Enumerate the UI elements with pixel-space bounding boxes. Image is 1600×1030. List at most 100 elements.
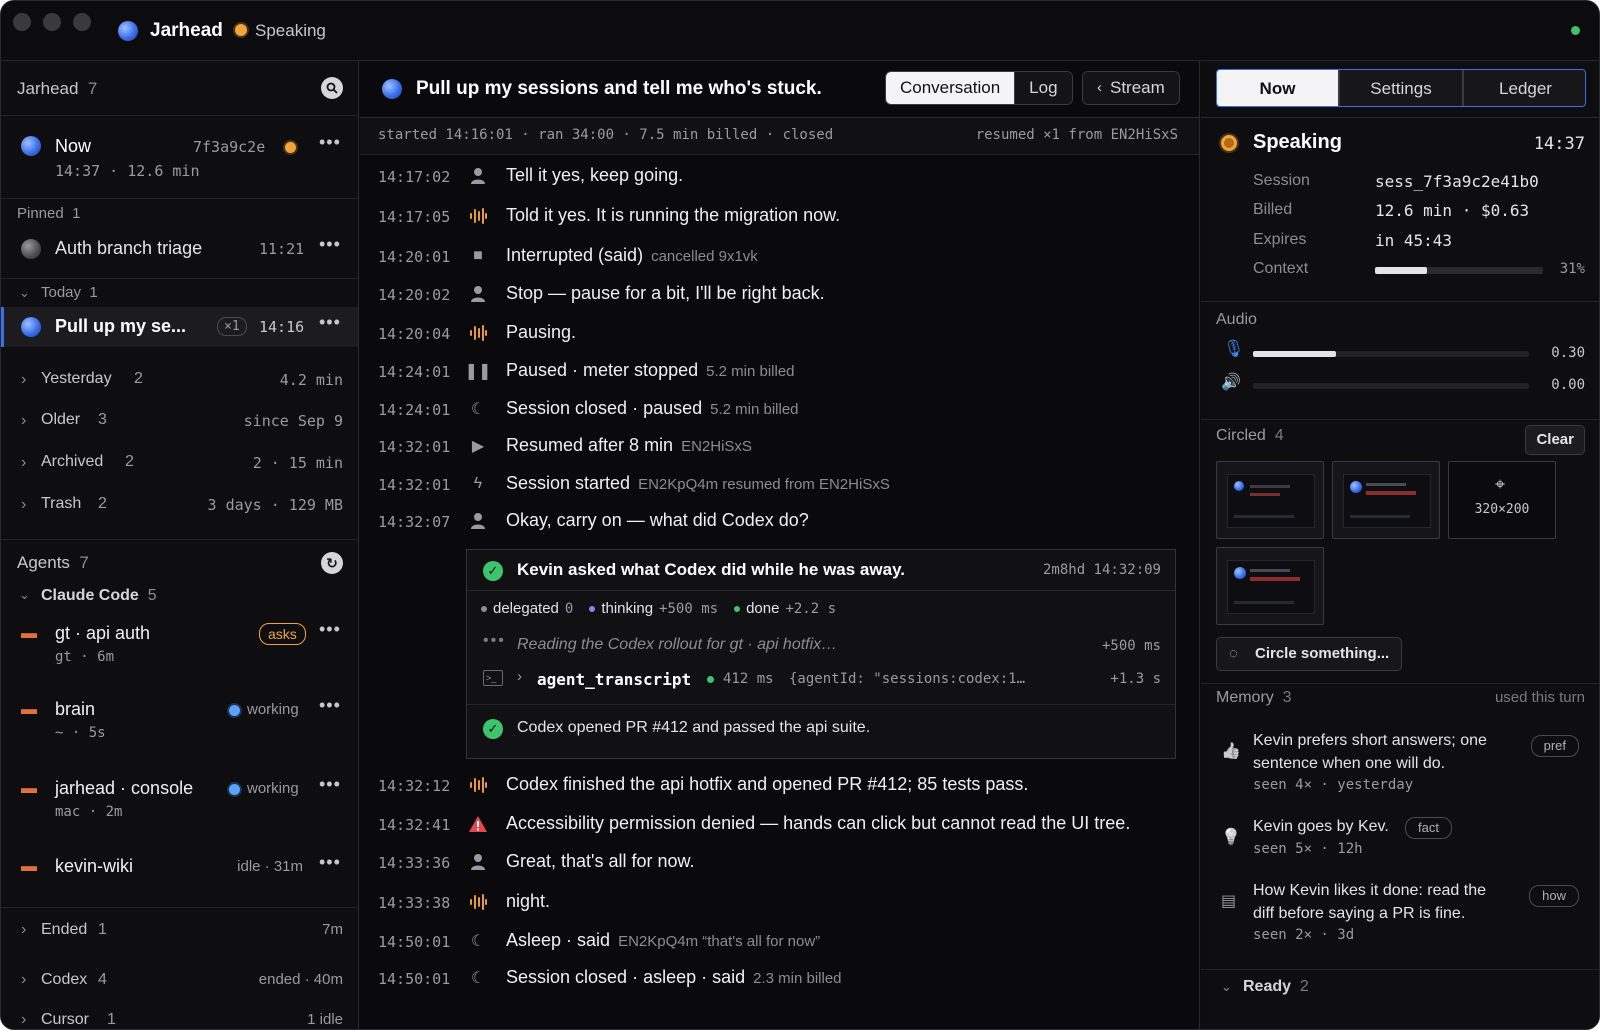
agent-group-ended[interactable]: › Ended 1 7m bbox=[1, 913, 358, 951]
speaker-icon[interactable]: 🔊 bbox=[1221, 372, 1241, 392]
chip-label: delegated bbox=[493, 600, 559, 617]
agent-item[interactable]: ▬ brain ~ · 5s working ••• bbox=[1, 695, 358, 767]
agent-group-cursor[interactable]: › Cursor 1 1 idle bbox=[1, 1003, 358, 1029]
circled-thumbnail[interactable] bbox=[1216, 461, 1324, 539]
line-message: Session started bbox=[506, 473, 631, 493]
circled-thumbnail[interactable] bbox=[1216, 547, 1324, 625]
line-timestamp: 14:20:01 bbox=[378, 248, 451, 266]
more-icon[interactable]: ••• bbox=[319, 619, 341, 640]
line-detail: EN2HiSxS bbox=[681, 438, 752, 455]
group-count: 1 bbox=[107, 1011, 116, 1028]
agent-item[interactable]: ▬ jarhead · console mac · 2m working ••• bbox=[1, 774, 358, 846]
card-meta: 2m8hd 14:32:09 bbox=[1042, 562, 1161, 578]
transcript-line: 14:33:38 night. bbox=[360, 883, 1199, 923]
chip-value: +2.2 s bbox=[785, 600, 837, 617]
more-icon[interactable]: ••• bbox=[319, 132, 341, 153]
sidebar-group-yesterday[interactable]: › Yesterday 2 4.2 min bbox=[1, 361, 358, 399]
chip-value: 0 bbox=[564, 600, 574, 617]
more-icon[interactable]: ••• bbox=[319, 234, 341, 255]
agent-name: gt · api auth bbox=[55, 623, 151, 643]
session-status-bar: started 14:16:01 · ran 34:00 · 7.5 min b… bbox=[360, 118, 1199, 154]
now-session-id: 7f3a9c2e bbox=[193, 138, 266, 156]
line-message: Okay, carry on — what did Codex do? bbox=[506, 510, 809, 530]
line-timestamp: 14:32:41 bbox=[378, 816, 451, 834]
circled-thumbnail[interactable] bbox=[1332, 461, 1440, 539]
sidebar-item-auth-branch[interactable]: Auth branch triage 11:21 ••• bbox=[1, 229, 358, 269]
line-text: Great, that's all for now. bbox=[506, 851, 695, 872]
minimize-window-button[interactable] bbox=[43, 13, 61, 31]
memory-tag: pref bbox=[1530, 735, 1579, 757]
memory-tag: how bbox=[1529, 885, 1579, 907]
tool-name[interactable]: agent_transcript bbox=[537, 670, 691, 689]
line-message: Accessibility permission denied — hands … bbox=[506, 813, 1131, 833]
pinned-item-label: Auth branch triage bbox=[55, 238, 203, 258]
user-icon bbox=[468, 511, 488, 531]
moon-icon: ☾ bbox=[470, 401, 486, 418]
line-timestamp: 14:33:36 bbox=[378, 854, 451, 872]
line-message: Pausing. bbox=[506, 322, 577, 342]
zoom-window-button[interactable] bbox=[73, 13, 91, 31]
more-icon[interactable]: ••• bbox=[319, 852, 341, 873]
thumbs-up-icon: 👍 bbox=[1221, 743, 1241, 760]
phase-chip: done +2.2 s bbox=[734, 600, 836, 617]
more-icon[interactable]: ••• bbox=[319, 774, 341, 795]
billed-key: Billed bbox=[1253, 201, 1293, 218]
tab-conversation[interactable]: Conversation bbox=[886, 72, 1015, 104]
claude-code-heading[interactable]: Claude Code 5 bbox=[41, 587, 157, 605]
clear-button[interactable]: Clear bbox=[1525, 425, 1585, 455]
sidebar-group-older[interactable]: › Older 3 since Sep 9 bbox=[1, 402, 358, 440]
transcript-line: 14:32:01 ϟ Session started EN2KpQ4m resumed… bbox=[360, 465, 1199, 505]
turn-card: ✓ Kevin asked what Codex did while he wa… bbox=[466, 549, 1176, 759]
group-meta: ended · 40m bbox=[258, 971, 343, 988]
phase-chip: delegated 0 bbox=[481, 600, 573, 617]
line-text: Codex finished the api hotfix and opened… bbox=[506, 774, 1028, 795]
reading-time: +500 ms bbox=[1101, 638, 1161, 654]
agent-item[interactable]: ▬ gt · api auth gt · 6m asks ••• bbox=[1, 619, 358, 691]
agent-sub: mac · 2m bbox=[55, 804, 123, 820]
circled-region[interactable]: ⌖ 320×200 bbox=[1448, 461, 1556, 539]
memory-item[interactable]: ▤ How Kevin likes it done: read the diff … bbox=[1201, 879, 1599, 959]
tab-settings[interactable]: Settings bbox=[1339, 70, 1463, 106]
line-message: Session closed · asleep · said bbox=[506, 967, 746, 987]
group-label: Archived bbox=[41, 453, 104, 470]
close-window-button[interactable] bbox=[13, 13, 31, 31]
agent-group-codex[interactable]: › Codex 4 ended · 40m bbox=[1, 963, 358, 1001]
transcript-line: 14:32:01 ▶ Resumed after 8 min EN2HiSxS bbox=[360, 427, 1199, 467]
more-icon[interactable]: ••• bbox=[319, 312, 341, 333]
chevron-down-icon[interactable]: ⌄ bbox=[19, 587, 30, 603]
tab-ledger[interactable]: Ledger bbox=[1463, 70, 1585, 106]
memory-item[interactable]: 👍 Kevin prefers short answers; one senten… bbox=[1201, 729, 1599, 809]
tab-now[interactable]: Now bbox=[1217, 70, 1339, 106]
chevron-down-icon[interactable]: ⌄ bbox=[19, 285, 30, 301]
line-timestamp: 14:32:01 bbox=[378, 476, 451, 494]
audio-heading: Audio bbox=[1216, 311, 1257, 328]
line-message: Asleep · said bbox=[506, 930, 611, 950]
sidebar-item-current-session[interactable]: Pull up my se... ×1 14:16 ••• bbox=[1, 307, 358, 347]
reading-text: Reading the Codex rollout for gt · api h… bbox=[517, 636, 838, 653]
user-icon bbox=[468, 284, 488, 304]
sidebar-item-now[interactable]: Now 7f3a9c2e ••• 14:37 · 12.6 min bbox=[1, 116, 358, 198]
chevron-down-icon[interactable]: ⌄ bbox=[1221, 979, 1232, 995]
sidebar-group-trash[interactable]: › Trash 2 3 days · 129 MB bbox=[1, 486, 358, 524]
today-heading[interactable]: Today 1 bbox=[41, 284, 98, 301]
microphone-icon[interactable]: 🎙 bbox=[1223, 339, 1245, 359]
expires-value: in 45:43 bbox=[1375, 231, 1453, 250]
warn-icon bbox=[468, 814, 488, 834]
chevron-right-icon: › bbox=[21, 1011, 27, 1028]
more-icon[interactable]: ••• bbox=[319, 695, 341, 716]
title-bar: Jarhead Speaking bbox=[1, 1, 1599, 61]
group-meta: 4.2 min bbox=[279, 371, 343, 389]
play-icon: ▶ bbox=[471, 438, 485, 455]
user-icon bbox=[468, 852, 488, 872]
session-title: Pull up my sessions and tell me who's st… bbox=[416, 78, 822, 99]
sidebar-group-archived[interactable]: › Archived 2 2 · 15 min bbox=[1, 444, 358, 482]
stream-button[interactable]: ‹ Stream bbox=[1082, 71, 1180, 105]
chevron-right-icon[interactable]: › bbox=[517, 668, 522, 685]
ready-heading[interactable]: Ready 2 bbox=[1243, 978, 1309, 996]
stream-toggle[interactable]: ‹ Stream bbox=[1083, 72, 1179, 104]
circle-something-button[interactable]: ◌ Circle something... bbox=[1216, 637, 1403, 671]
refresh-icon[interactable]: ↻ bbox=[321, 552, 343, 574]
tab-log[interactable]: Log bbox=[1014, 72, 1072, 104]
search-icon[interactable] bbox=[321, 77, 343, 99]
line-detail: cancelled 9x1vk bbox=[651, 248, 758, 265]
